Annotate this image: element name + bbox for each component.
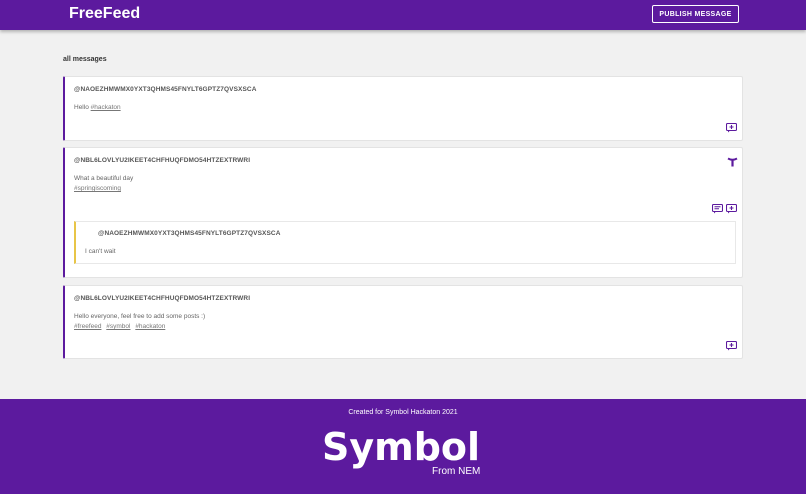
footer: Created for Symbol Hackaton 2021 Symbol … <box>0 399 806 494</box>
post-tags: #springiscoming <box>74 185 124 192</box>
post-author: @NBL6LOVLYU2IKEET4CHFHUQFDMO54HTZEXTRWRI <box>74 295 251 302</box>
reply-message: I can't wait <box>85 248 116 255</box>
symbol-logo-icon <box>727 157 738 167</box>
post-author: @NBL6LOVLYU2IKEET4CHFHUQFDMO54HTZEXTRWRI <box>74 157 251 164</box>
post-author: @NAOEZHMWMX0YXT3QHMS45FNYLT6GPTZ7QVSXSCA <box>74 86 257 93</box>
post-card: @NBL6LOVLYU2IKEET4CHFHUQFDMO54HTZEXTRWRI… <box>63 285 743 359</box>
app-title[interactable]: FreeFeed <box>69 5 140 23</box>
app-bar: FreeFeed PUBLISH MESSAGE <box>0 0 806 30</box>
hashtag-link[interactable]: #hackaton <box>91 104 121 111</box>
add-comment-icon[interactable] <box>726 341 737 351</box>
post-text: Hello #hackaton <box>74 104 124 111</box>
comments-icon[interactable] <box>712 204 723 214</box>
post-card: @NBL6LOVLYU2IKEET4CHFHUQFDMO54HTZEXTRWRI… <box>63 147 743 278</box>
post-message: What a beautiful day <box>74 175 134 182</box>
add-comment-icon[interactable] <box>726 204 737 214</box>
logo-wordmark: Symbol <box>322 425 481 469</box>
footer-caption: Created for Symbol Hackaton 2021 <box>348 409 458 416</box>
post-message: Hello everyone, feel free to add some po… <box>74 313 206 320</box>
post-tags: #freefeed #symbol #hackaton <box>74 323 168 330</box>
hashtag-link[interactable]: #symbol <box>106 323 130 330</box>
publish-message-button[interactable]: PUBLISH MESSAGE <box>652 5 739 23</box>
symbol-logo: Symbol From NEM <box>322 425 486 479</box>
logo-subtitle: From NEM <box>432 466 481 477</box>
post-card: @NAOEZHMWMX0YXT3QHMS45FNYLT6GPTZ7QVSXSCA… <box>63 76 743 141</box>
hashtag-link[interactable]: #springiscoming <box>74 185 121 192</box>
hashtag-link[interactable]: #freefeed <box>74 323 101 330</box>
hashtag-link[interactable]: #hackaton <box>135 323 165 330</box>
reply-card: @NAOEZHMWMX0YXT3QHMS45FNYLT6GPTZ7QVSXSCA… <box>74 221 736 264</box>
section-title: all messages <box>63 56 107 63</box>
post-message: Hello <box>74 104 89 111</box>
reply-author: @NAOEZHMWMX0YXT3QHMS45FNYLT6GPTZ7QVSXSCA <box>98 230 281 237</box>
add-comment-icon[interactable] <box>726 123 737 133</box>
